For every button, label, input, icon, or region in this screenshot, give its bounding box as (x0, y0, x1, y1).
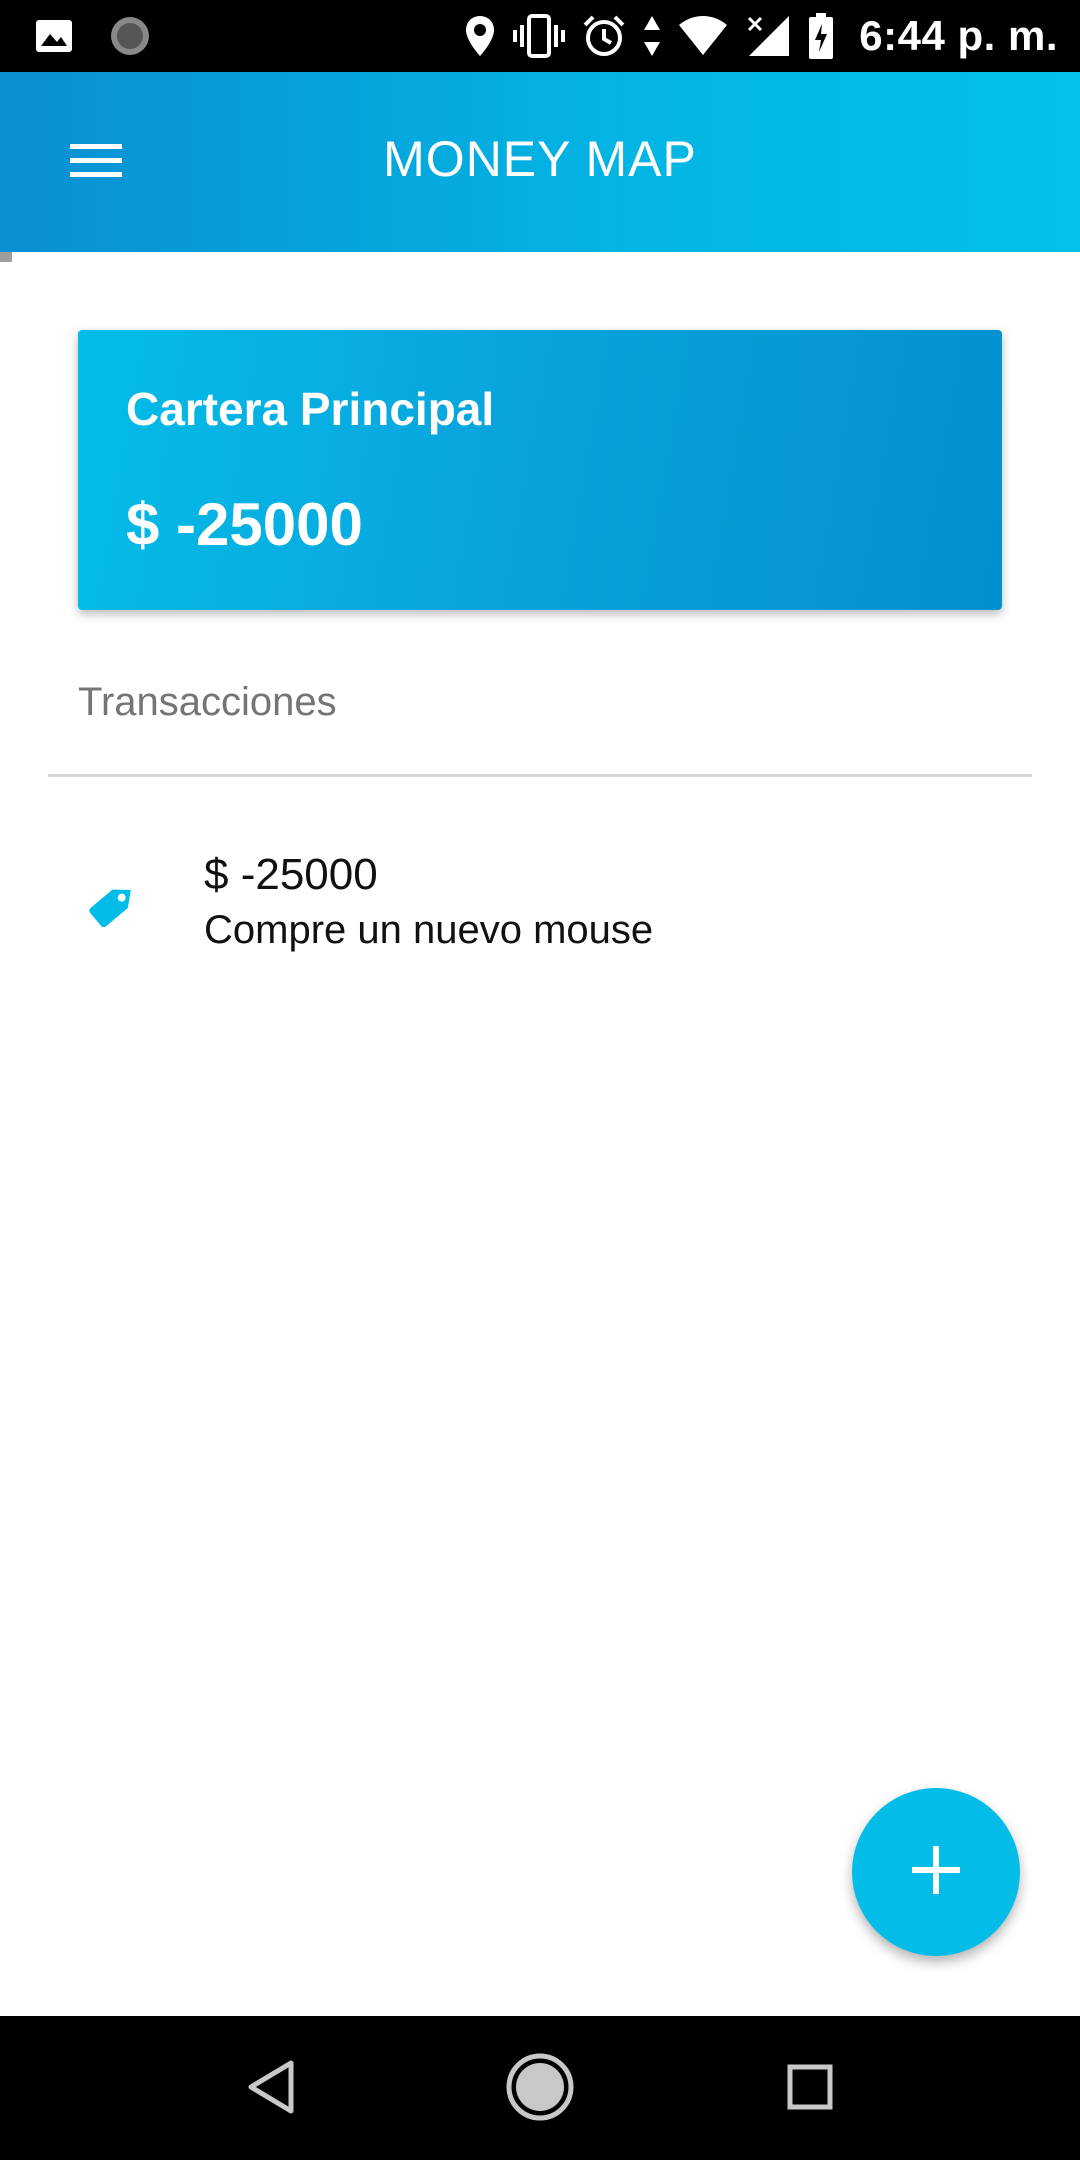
app-bar: MONEY MAP (0, 72, 1080, 252)
navigation-bar (0, 2016, 1080, 2160)
image-icon (34, 16, 74, 56)
transaction-amount: $ -25000 (204, 850, 378, 899)
home-button[interactable] (505, 2052, 575, 2127)
status-left-icons (34, 14, 152, 58)
plus-icon (908, 1842, 964, 1903)
transactions-heading: Transacciones (78, 680, 337, 724)
recents-button[interactable] (775, 2054, 845, 2124)
alarm-icon (581, 13, 627, 59)
wallet-balance: $ -25000 (126, 491, 363, 558)
transaction-row[interactable]: $ -25000 Compre un nuevo mouse (0, 830, 1080, 970)
data-arrows-icon (643, 14, 661, 58)
wallet-card[interactable]: Cartera Principal $ -25000 (78, 330, 1002, 610)
signal-icon (745, 14, 791, 58)
divider (48, 774, 1032, 777)
location-icon (463, 14, 497, 58)
home-icon (505, 2052, 575, 2127)
status-time: 6:44 p. m. (859, 12, 1058, 59)
add-transaction-button[interactable] (852, 1788, 1020, 1956)
vibrate-icon (513, 13, 566, 59)
app-title: MONEY MAP (383, 131, 697, 187)
status-bar: 6:44 p. m. (0, 0, 1080, 72)
back-icon (245, 2059, 297, 2120)
status-right-icons: 6:44 p. m. (463, 10, 1058, 62)
transaction-description: Compre un nuevo mouse (204, 908, 654, 952)
recents-icon (786, 2063, 834, 2116)
tag-icon (86, 876, 142, 932)
back-button[interactable] (236, 2054, 306, 2124)
loading-icon (108, 14, 152, 58)
battery-icon (807, 12, 835, 60)
scroll-edge-indicator (0, 252, 12, 262)
wifi-icon (677, 15, 729, 57)
wallet-name: Cartera Principal (126, 383, 495, 435)
